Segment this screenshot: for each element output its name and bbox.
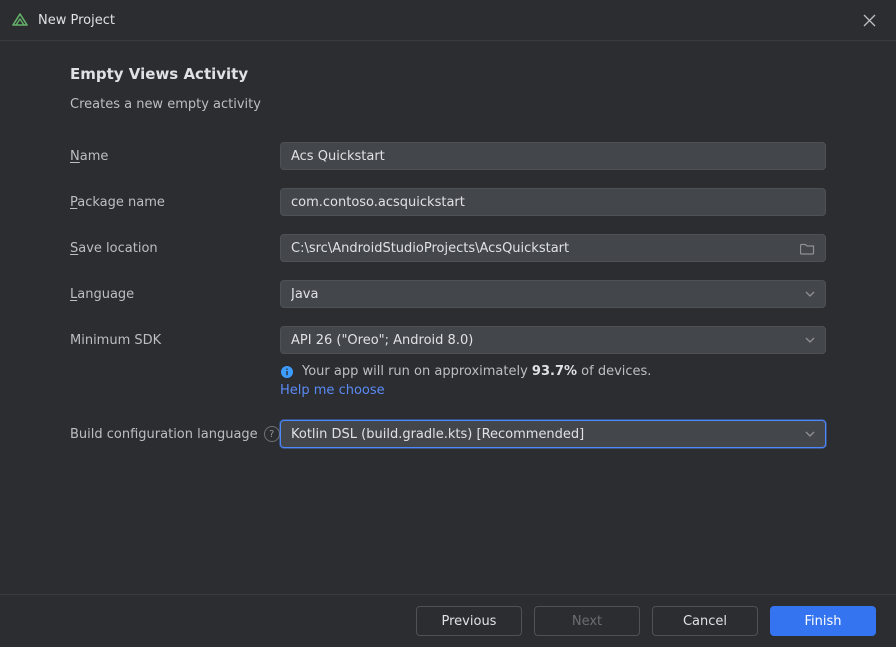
save-location-input[interactable]: C:\src\AndroidStudioProjects\AcsQuicksta… [280,234,826,262]
language-select[interactable]: Java [280,280,826,308]
label-language: Language [70,287,280,302]
dialog-content: Empty Views Activity Creates a new empty… [0,41,896,448]
build-config-select[interactable]: Kotlin DSL (build.gradle.kts) [Recommend… [280,420,826,448]
previous-button[interactable]: Previous [416,606,522,636]
chevron-down-icon [805,291,815,297]
window-title: New Project [38,13,115,28]
browse-folder-icon[interactable] [800,242,815,255]
help-icon[interactable]: ? [264,426,280,442]
next-button: Next [534,606,640,636]
titlebar: New Project [0,0,896,41]
package-input[interactable]: com.contoso.acsquickstart [280,188,826,216]
footer: Previous Next Cancel Finish [0,594,896,647]
page-subtitle: Creates a new empty activity [70,97,826,112]
name-input[interactable]: Acs Quickstart [280,142,826,170]
label-build-config: Build configuration language ? [70,426,280,442]
chevron-down-icon [805,431,815,437]
device-coverage-text: Your app will run on approximately 93.7%… [280,364,826,379]
label-save-location: Save location [70,241,280,256]
finish-button[interactable]: Finish [770,606,876,636]
page-title: Empty Views Activity [70,65,826,83]
info-icon [280,365,294,379]
app-logo-icon [12,12,28,28]
close-icon[interactable] [854,5,884,35]
chevron-down-icon [805,337,815,343]
cancel-button[interactable]: Cancel [652,606,758,636]
help-me-choose-link[interactable]: Help me choose [280,383,385,398]
label-min-sdk: Minimum SDK [70,333,280,348]
label-name: Name [70,149,280,164]
label-package: Package name [70,195,280,210]
min-sdk-select[interactable]: API 26 ("Oreo"; Android 8.0) [280,326,826,354]
